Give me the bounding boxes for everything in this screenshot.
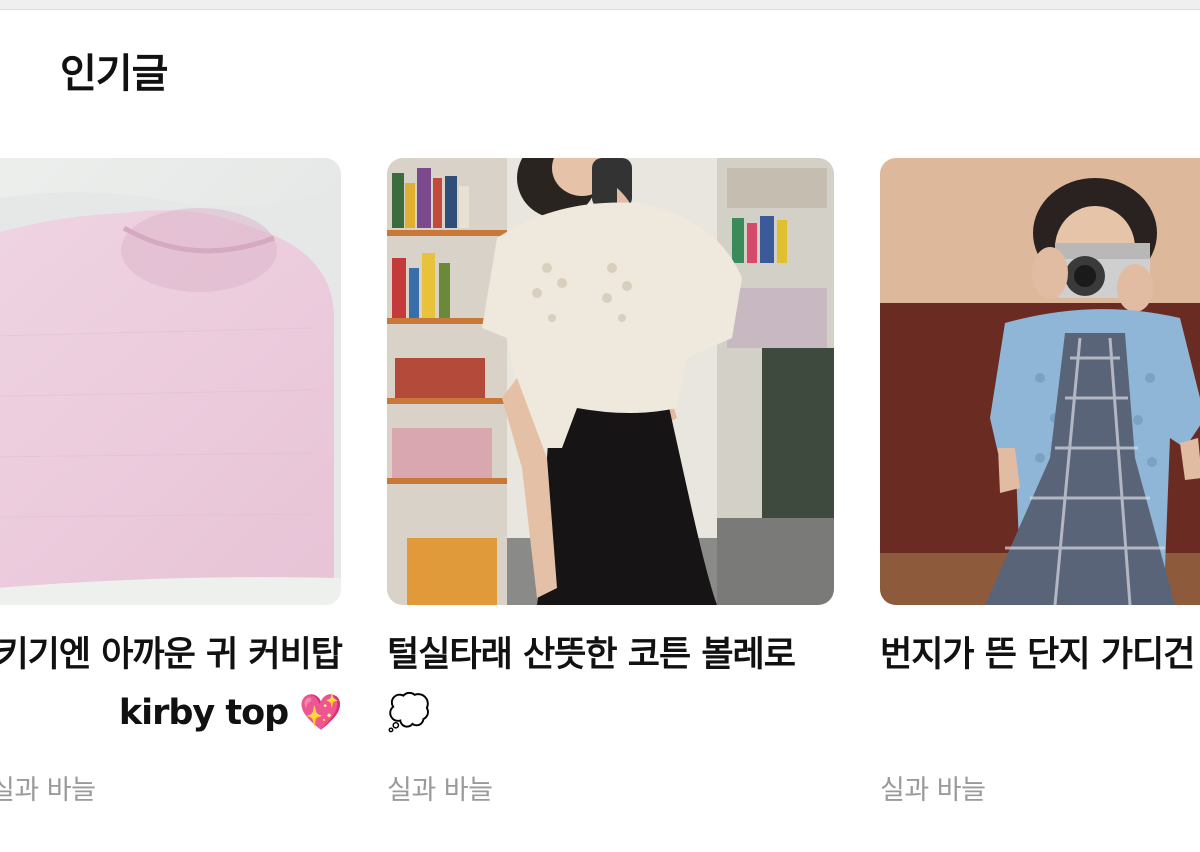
post-author: 실과 바늘	[0, 775, 96, 806]
blue-cardigan-camera-image	[880, 158, 1200, 605]
post-title[interactable]: 털실타래 산뜻한 코튼 볼레로 💭	[387, 626, 835, 742]
popular-posts-carousel[interactable]: - 삼키기엔 아까운 귀 커비탑 kirby top 💖 실과 바늘	[0, 158, 1200, 838]
cream-bolero-image	[387, 158, 834, 605]
post-card[interactable]: 털실타래 산뜻한 코튼 볼레로 💭 실과 바늘	[387, 158, 835, 818]
post-card[interactable]: 번지가 뜬 단지 가디건 실과 바늘	[880, 158, 1200, 818]
post-author: 실과 바늘	[880, 775, 986, 806]
browser-top-edge	[0, 0, 1200, 10]
post-thumbnail[interactable]	[0, 158, 341, 605]
pink-knit-top-image	[0, 158, 341, 605]
post-title[interactable]: - 삼키기엔 아까운 귀 커비탑 kirby top 💖	[0, 626, 343, 742]
post-title[interactable]: 번지가 뜬 단지 가디건	[880, 626, 1200, 684]
post-author: 실과 바늘	[387, 775, 493, 806]
section-title: 인기글	[60, 51, 168, 97]
post-thumbnail[interactable]	[387, 158, 834, 605]
post-card[interactable]: - 삼키기엔 아까운 귀 커비탑 kirby top 💖 실과 바늘	[0, 158, 343, 818]
post-thumbnail[interactable]	[880, 158, 1200, 605]
